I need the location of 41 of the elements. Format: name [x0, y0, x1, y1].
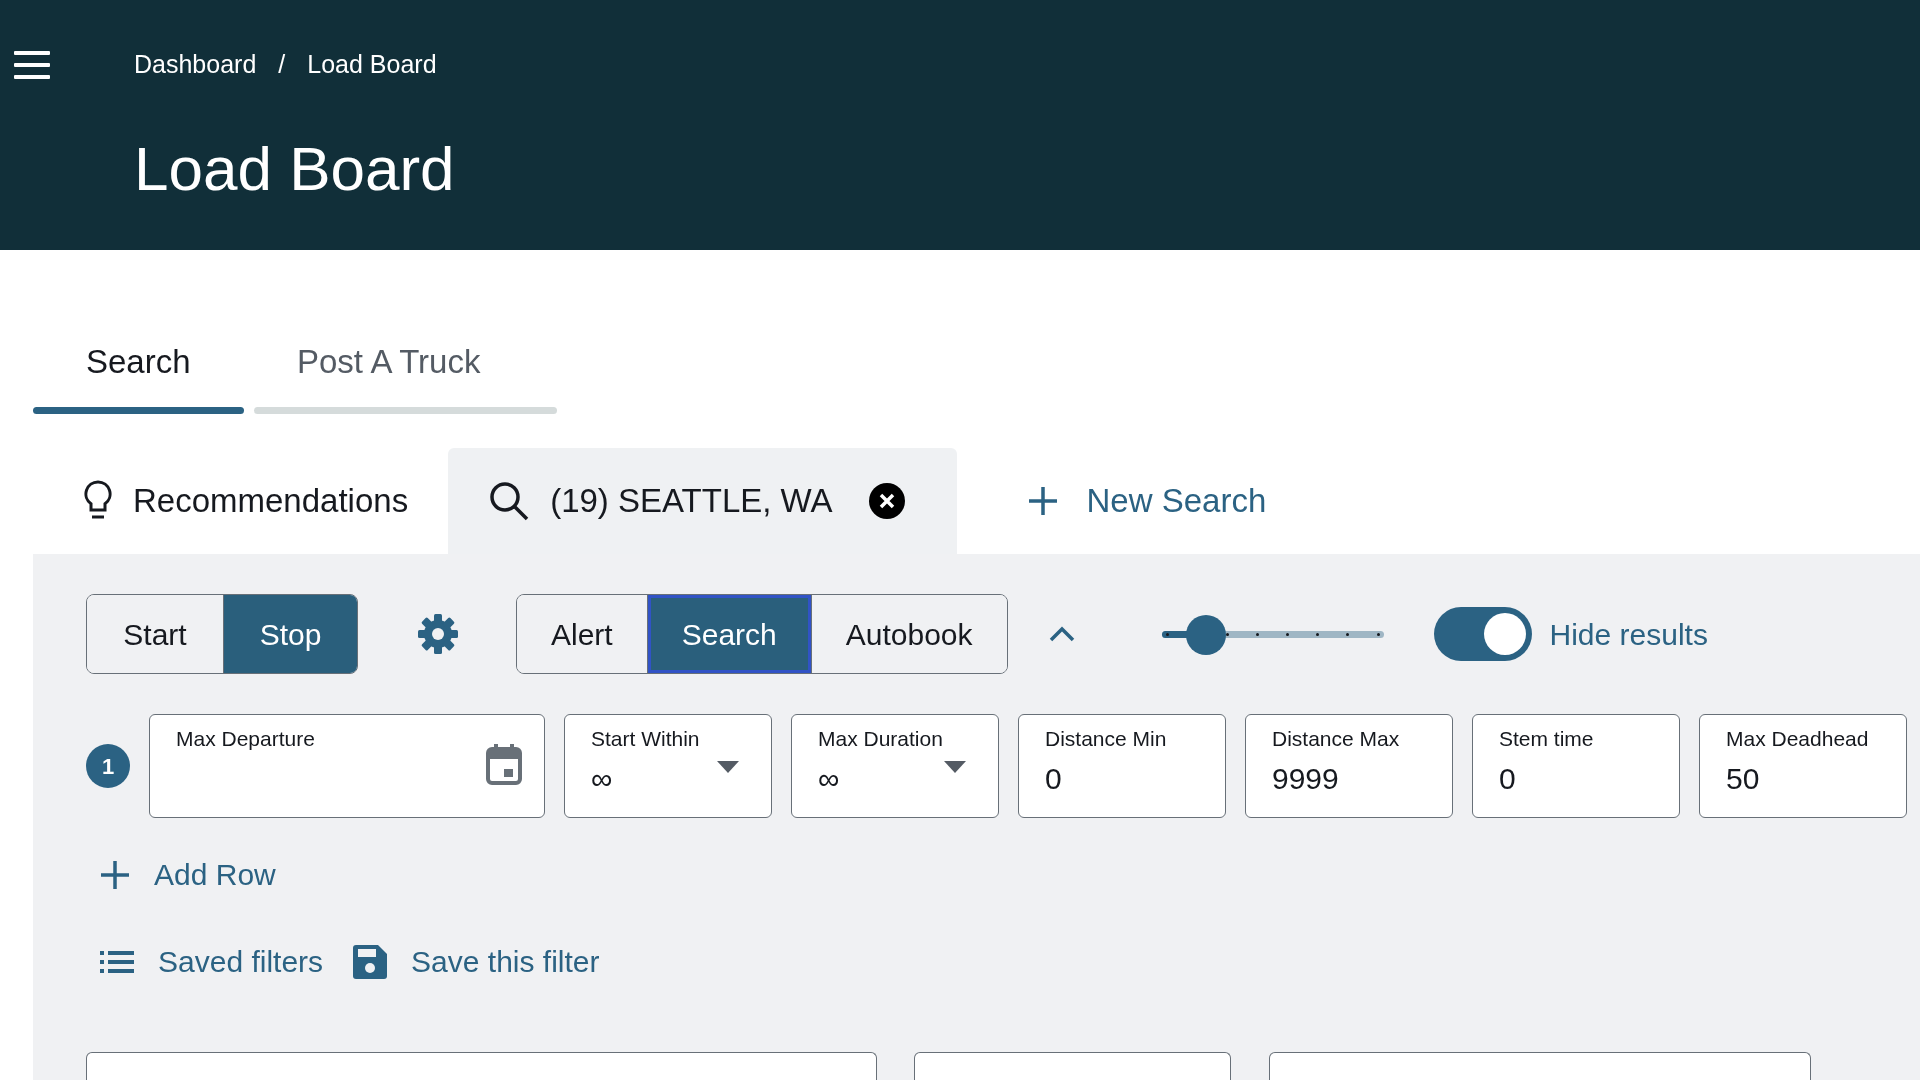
input-field[interactable]: [1269, 1052, 1811, 1080]
breadcrumb-separator: /: [278, 49, 286, 81]
tab[interactable]: Post A Truck: [254, 342, 557, 414]
input-field[interactable]: Max Departure: [149, 714, 545, 818]
input-field[interactable]: Distance Max 9999: [1245, 714, 1453, 818]
settings-icon[interactable]: [416, 612, 460, 656]
plus-icon: [1026, 485, 1059, 517]
chevron-up-icon[interactable]: [1047, 625, 1076, 643]
new-search-link[interactable]: New Search: [956, 448, 1267, 554]
tab[interactable]: Search: [33, 342, 244, 414]
breadcrumb-link[interactable]: Load Board: [307, 46, 437, 84]
menu-icon[interactable]: [14, 50, 50, 80]
input-field[interactable]: [86, 1052, 877, 1080]
caret-icon[interactable]: [944, 761, 966, 773]
search-tab[interactable]: (19) SEATTLE, WA: [448, 448, 957, 554]
caret-icon[interactable]: [717, 761, 739, 773]
page-title: Load Board: [134, 138, 456, 200]
save-icon: [353, 944, 388, 979]
input-field[interactable]: [914, 1052, 1231, 1080]
input-field[interactable]: Max Duration ∞: [791, 714, 999, 818]
plus-icon: [100, 859, 130, 890]
calendar-icon[interactable]: [486, 743, 522, 785]
stop-button[interactable]: Stop: [223, 595, 357, 673]
search-tab[interactable]: Recommendations: [33, 448, 449, 554]
input-field[interactable]: Max Deadhead 50: [1699, 714, 1907, 818]
input-field[interactable]: Stem time 0: [1472, 714, 1680, 818]
input-field[interactable]: Start Within ∞: [564, 714, 772, 818]
mode-button[interactable]: Autobook: [810, 595, 1007, 673]
list-icon: [100, 950, 134, 973]
toggle-label: Hide results: [1549, 616, 1708, 653]
save-filter-link[interactable]: Save this filter: [353, 939, 600, 984]
toggle-switch[interactable]: [1433, 607, 1532, 661]
row-number: 1: [86, 744, 130, 788]
slider[interactable]: [1161, 614, 1384, 654]
mode-button[interactable]: Search: [646, 595, 811, 673]
breadcrumb-link[interactable]: Dashboard: [134, 46, 257, 84]
input-field[interactable]: Distance Min 0: [1018, 714, 1226, 818]
add-row-link[interactable]: Add Row: [100, 852, 276, 897]
search-icon: [488, 480, 531, 522]
saved-filters-link[interactable]: Saved filters: [100, 939, 324, 984]
close-icon[interactable]: [868, 483, 905, 519]
